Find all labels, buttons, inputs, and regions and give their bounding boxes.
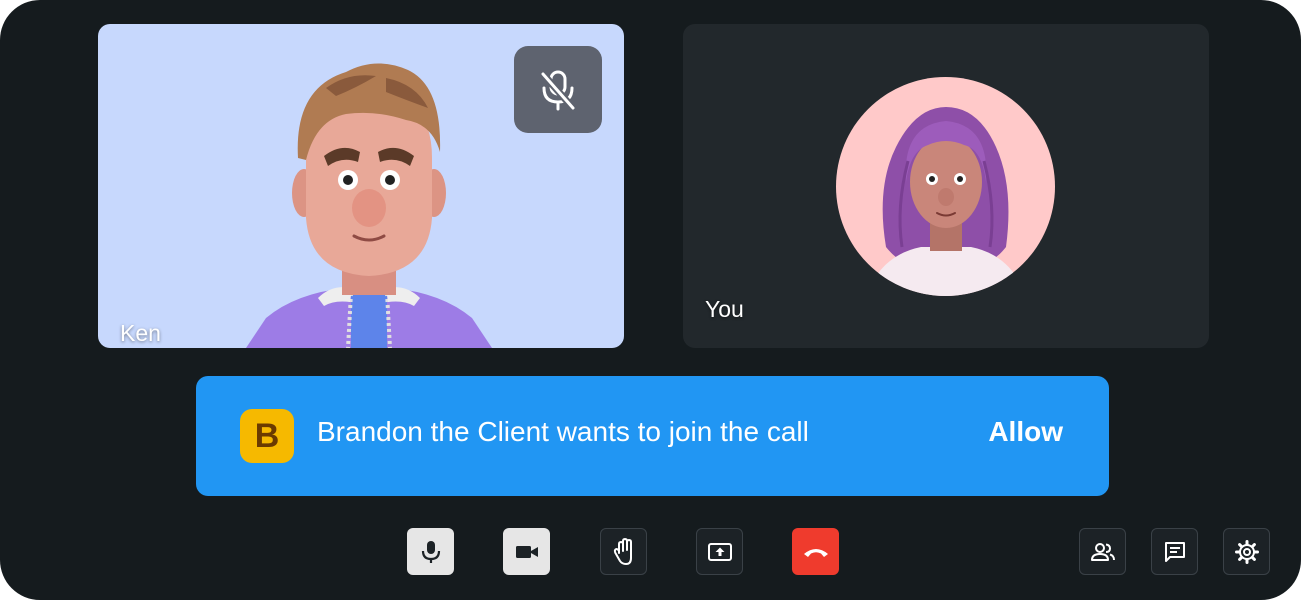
mute-badge [514, 46, 602, 133]
participants-icon [1090, 542, 1115, 561]
allow-button[interactable]: Allow [988, 416, 1063, 448]
participant-tile-you[interactable]: You [683, 24, 1209, 348]
requester-avatar: B [240, 409, 294, 463]
share-screen-button[interactable] [696, 528, 743, 575]
participants-button[interactable] [1079, 528, 1126, 575]
raise-hand-button[interactable] [600, 528, 647, 575]
participant-name: You [705, 296, 744, 322]
join-request-message: Brandon the Client wants to join the cal… [317, 416, 809, 447]
chat-icon [1164, 541, 1185, 562]
camera-button[interactable] [503, 528, 550, 575]
settings-icon [1234, 539, 1259, 564]
mic-off-icon [540, 70, 576, 110]
participant-tile-ken[interactable]: Ken [98, 24, 624, 348]
settings-button[interactable] [1223, 528, 1270, 575]
share-screen-icon [707, 542, 732, 561]
microphone-icon [421, 540, 440, 563]
chat-button[interactable] [1151, 528, 1198, 575]
video-call-window: Ken You B Brandon the Client wants to jo… [0, 0, 1301, 600]
camera-icon [515, 545, 538, 558]
end-call-icon [803, 548, 828, 557]
end-call-button[interactable] [792, 528, 839, 575]
participant-name: Ken [120, 320, 161, 346]
you-avatar [836, 77, 1055, 296]
join-request-banner: B Brandon the Client wants to join the c… [196, 376, 1109, 496]
ken-avatar [246, 63, 492, 348]
raise-hand-icon [613, 537, 632, 565]
mic-button[interactable] [407, 528, 454, 575]
